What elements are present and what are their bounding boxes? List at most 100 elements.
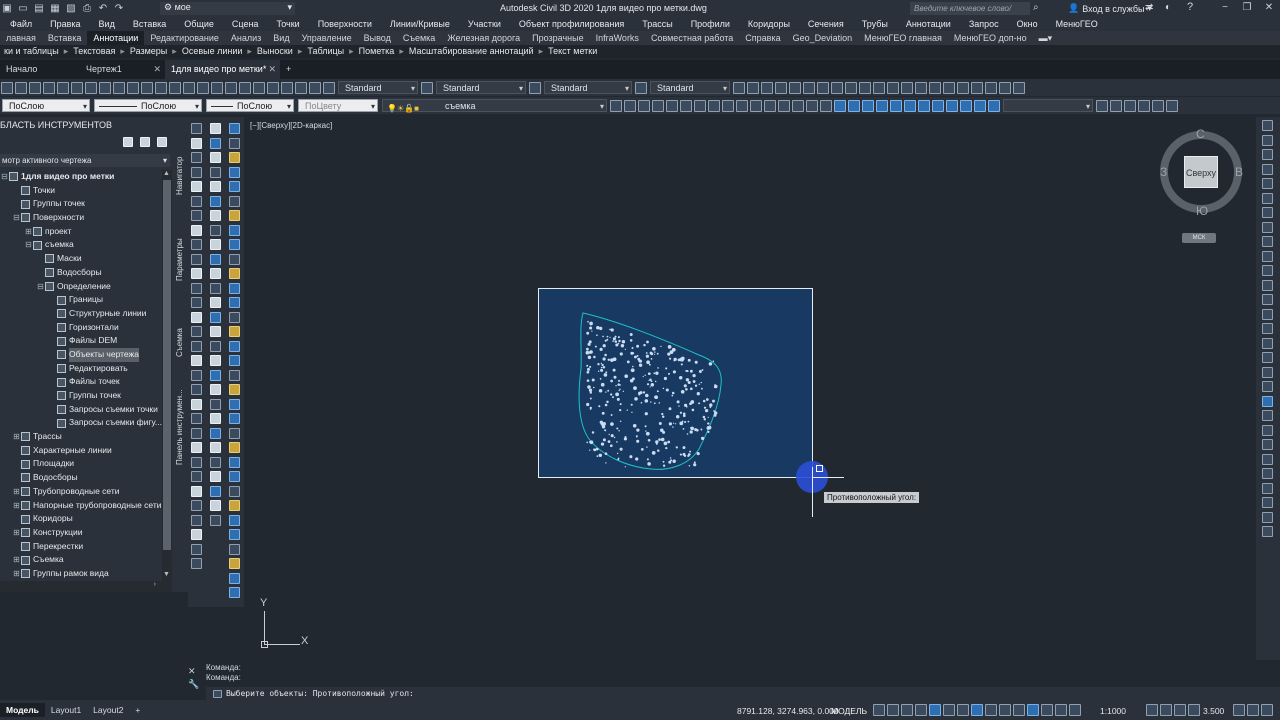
command-input[interactable]: Выберите объекты: Противоположный угол:: [206, 687, 1280, 700]
tcol1-tool-12-icon[interactable]: [191, 297, 202, 308]
tree-item[interactable]: Файлы DEM: [0, 334, 162, 348]
right-tool-4-icon[interactable]: [1262, 178, 1273, 189]
tcol3-tool-27-icon[interactable]: [229, 514, 240, 526]
pan-icon[interactable]: [169, 81, 181, 94]
tcol1-tool-1-icon[interactable]: [191, 137, 202, 149]
menu-item[interactable]: Трубы: [852, 17, 896, 31]
wrench-icon[interactable]: 🔧: [188, 679, 202, 690]
layer-tool-14-icon[interactable]: [792, 99, 804, 112]
expand-icon[interactable]: ⊞: [12, 430, 21, 444]
right-tool-17-icon[interactable]: [1262, 366, 1273, 378]
ribbon-panel[interactable]: Размеры: [126, 45, 171, 58]
tcol1-tool-16-icon[interactable]: [191, 355, 202, 366]
tcol2-tool-18-icon[interactable]: [210, 384, 221, 395]
right-tool-15-icon[interactable]: [1262, 337, 1273, 349]
open-icon[interactable]: ▤: [32, 2, 46, 15]
tcol3-tool-16-icon[interactable]: [229, 355, 240, 366]
open-icon[interactable]: [15, 81, 27, 94]
ribbon-panel[interactable]: Осевые линии: [178, 45, 247, 58]
menu-item[interactable]: Аннотации: [896, 17, 959, 31]
palette-view-dropdown[interactable]: мотр активного чертежа ▾: [0, 154, 170, 167]
tcol1-tool-29-icon[interactable]: [191, 543, 202, 555]
tcol3-tool-1-icon[interactable]: [229, 137, 240, 149]
expand-icon[interactable]: ⊞: [12, 553, 21, 567]
new-icon[interactable]: ▭: [16, 2, 30, 15]
right-tool-3-icon[interactable]: [1262, 163, 1273, 175]
selection-filter-icon[interactable]: [1069, 704, 1081, 716]
tree-item[interactable]: Перекрестки: [0, 540, 162, 554]
ribbon-panel[interactable]: Таблицы: [303, 45, 348, 58]
signin-button[interactable]: 👤 Вход в службы ▾: [1068, 3, 1152, 14]
document-tab[interactable]: 1для видео про метки* ✕: [165, 60, 280, 79]
tree-item[interactable]: Запросы съемки фигу...: [0, 416, 162, 430]
tool-o-icon[interactable]: [929, 81, 941, 94]
right-tool-12-icon[interactable]: [1262, 294, 1273, 305]
tree-hscrollbar[interactable]: ›: [0, 581, 172, 592]
tool-n-icon[interactable]: [915, 81, 927, 94]
ribbon-tab[interactable]: Редактирование: [144, 31, 225, 45]
help2-icon[interactable]: [1013, 81, 1025, 94]
saveas-icon[interactable]: ▧: [64, 2, 78, 15]
right-tool-11-icon[interactable]: [1262, 279, 1273, 291]
tcol1-tool-30-icon[interactable]: [191, 558, 202, 569]
tcol2-tool-4-icon[interactable]: [210, 181, 221, 192]
tool-palette-icon[interactable]: [253, 81, 265, 94]
tree-item[interactable]: ⊞ проект: [0, 225, 162, 239]
tcol2-tool-14-icon[interactable]: [210, 326, 221, 337]
dynamic-ucs-icon[interactable]: [1055, 704, 1067, 716]
tool-t-icon[interactable]: [999, 81, 1011, 94]
right-tool-9-icon[interactable]: [1262, 250, 1273, 262]
tcol3-tool-5-icon[interactable]: [229, 195, 240, 207]
tcol1-tool-17-icon[interactable]: [191, 369, 202, 381]
ribbon-tab[interactable]: лавная: [0, 31, 42, 45]
scroll-down-icon[interactable]: ▼: [163, 571, 170, 578]
tcol1-tool-7-icon[interactable]: [191, 224, 202, 236]
view-tool-2-icon[interactable]: [848, 99, 860, 112]
tree-item[interactable]: ⊟ 1для видео про метки: [0, 170, 162, 184]
tcol3-tool-4-icon[interactable]: [229, 181, 240, 192]
menu-item[interactable]: Участки: [458, 17, 509, 31]
layer-tool-3-icon[interactable]: [638, 99, 650, 112]
tcol3-tool-23-icon[interactable]: [229, 456, 240, 468]
tool-d-icon[interactable]: [775, 81, 787, 94]
ribbon-tab[interactable]: Железная дорога: [441, 31, 526, 45]
tree-item[interactable]: Группы точек: [0, 197, 162, 211]
new-tab-button[interactable]: +: [280, 60, 297, 79]
close-icon[interactable]: ✕: [153, 60, 161, 79]
ribbon-tab[interactable]: Вид: [267, 31, 295, 45]
tree-item[interactable]: Маски: [0, 252, 162, 266]
right-tool-1-icon[interactable]: [1262, 134, 1273, 146]
right-tool-7-icon[interactable]: [1262, 221, 1273, 233]
clean-screen-icon[interactable]: [1247, 704, 1259, 716]
tcol2-tool-11-icon[interactable]: [210, 282, 221, 294]
help-icon[interactable]: [157, 137, 167, 147]
layer-tool-15-icon[interactable]: [806, 99, 818, 112]
tcol1-tool-25-icon[interactable]: [191, 485, 202, 497]
tcol2-tool-22-icon[interactable]: [210, 442, 221, 453]
layer-tool-12-icon[interactable]: [764, 99, 776, 112]
preview-icon[interactable]: [57, 81, 69, 94]
tree-item[interactable]: ⊞ Группы рамок вида: [0, 567, 162, 581]
tcol2-tool-15-icon[interactable]: [210, 340, 221, 352]
layer-tool-4-icon[interactable]: [652, 99, 664, 112]
tcol2-tool-20-icon[interactable]: [210, 413, 221, 424]
coordinates-readout[interactable]: 8791.128, 3274.963, 0.000: [737, 706, 839, 716]
tcol1-tool-19-icon[interactable]: [191, 398, 202, 410]
ucs-menu[interactable]: МСК: [1182, 233, 1216, 243]
expand-icon[interactable]: ⊞: [24, 225, 33, 239]
tree-item[interactable]: Горизонтали: [0, 321, 162, 335]
tcol1-tool-4-icon[interactable]: [191, 181, 202, 192]
save-icon[interactable]: [29, 81, 41, 94]
tcol2-tool-16-icon[interactable]: [210, 355, 221, 366]
tcol1-tool-20-icon[interactable]: [191, 413, 202, 424]
3d-osnap-icon[interactable]: [1041, 704, 1053, 716]
tree-item[interactable]: Структурные линии: [0, 307, 162, 321]
tcol3-tool-17-icon[interactable]: [229, 369, 240, 381]
tool-k-icon[interactable]: [873, 81, 885, 94]
tool-h-icon[interactable]: [831, 81, 843, 94]
tcol1-tool-27-icon[interactable]: [191, 514, 202, 526]
tree-item[interactable]: ⊞ Съемка: [0, 553, 162, 567]
right-tool-10-icon[interactable]: [1262, 265, 1273, 276]
viewcube[interactable]: С Ю З В Сверху МСК: [1158, 127, 1248, 247]
tcol3-tool-6-icon[interactable]: [229, 210, 240, 221]
